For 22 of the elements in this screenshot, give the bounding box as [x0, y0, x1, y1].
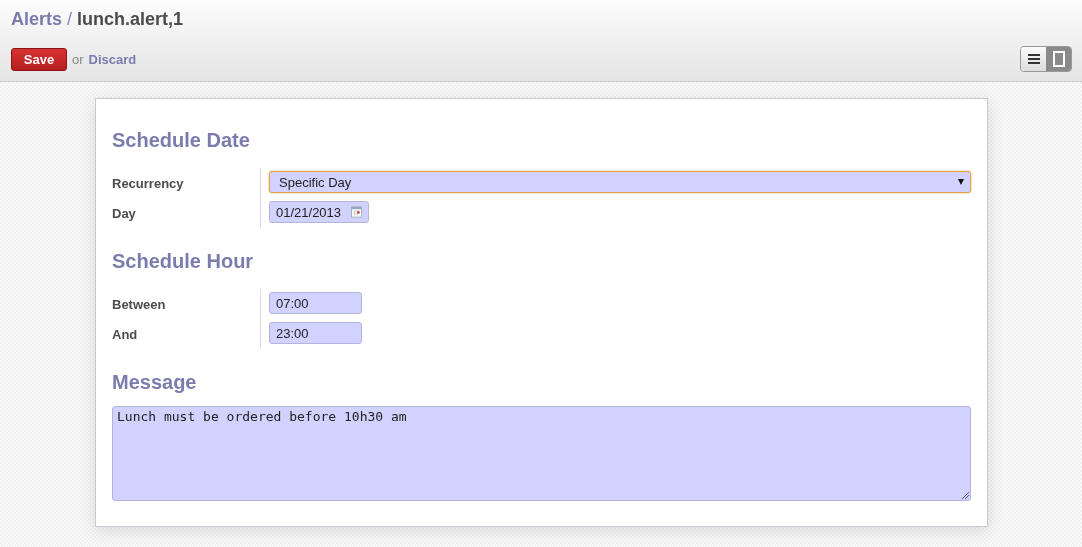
resize-grip-icon[interactable] [961, 491, 969, 499]
field-label: Recurrency [112, 176, 184, 191]
list-icon [1027, 54, 1040, 64]
time-field[interactable]: 07:00 [269, 292, 362, 314]
field-label: And [112, 327, 138, 342]
date-field[interactable]: 01/21/2013 [269, 201, 369, 223]
section-heading: Schedule Hour [112, 250, 255, 273]
section-heading: Schedule Date [112, 129, 251, 152]
or-text: or [72, 51, 84, 67]
page-icon [1052, 51, 1065, 67]
record-title: lunch.alert,1 [77, 9, 184, 31]
list-view-button[interactable] [1021, 47, 1046, 71]
time-field[interactable]: 23:00 [269, 322, 362, 344]
message-textarea[interactable]: Lunch must be ordered before 10h30 am [112, 406, 971, 501]
field-label: Day [112, 206, 136, 221]
section-heading: Message [112, 371, 198, 394]
calendar-icon[interactable] [351, 205, 362, 219]
select-field[interactable]: Specific Day [269, 171, 971, 193]
field-label: Between [112, 297, 166, 312]
save-button[interactable]: Save [11, 47, 67, 71]
breadcrumb-separator: / [67, 9, 73, 31]
breadcrumb-link[interactable]: Alerts [11, 9, 63, 37]
